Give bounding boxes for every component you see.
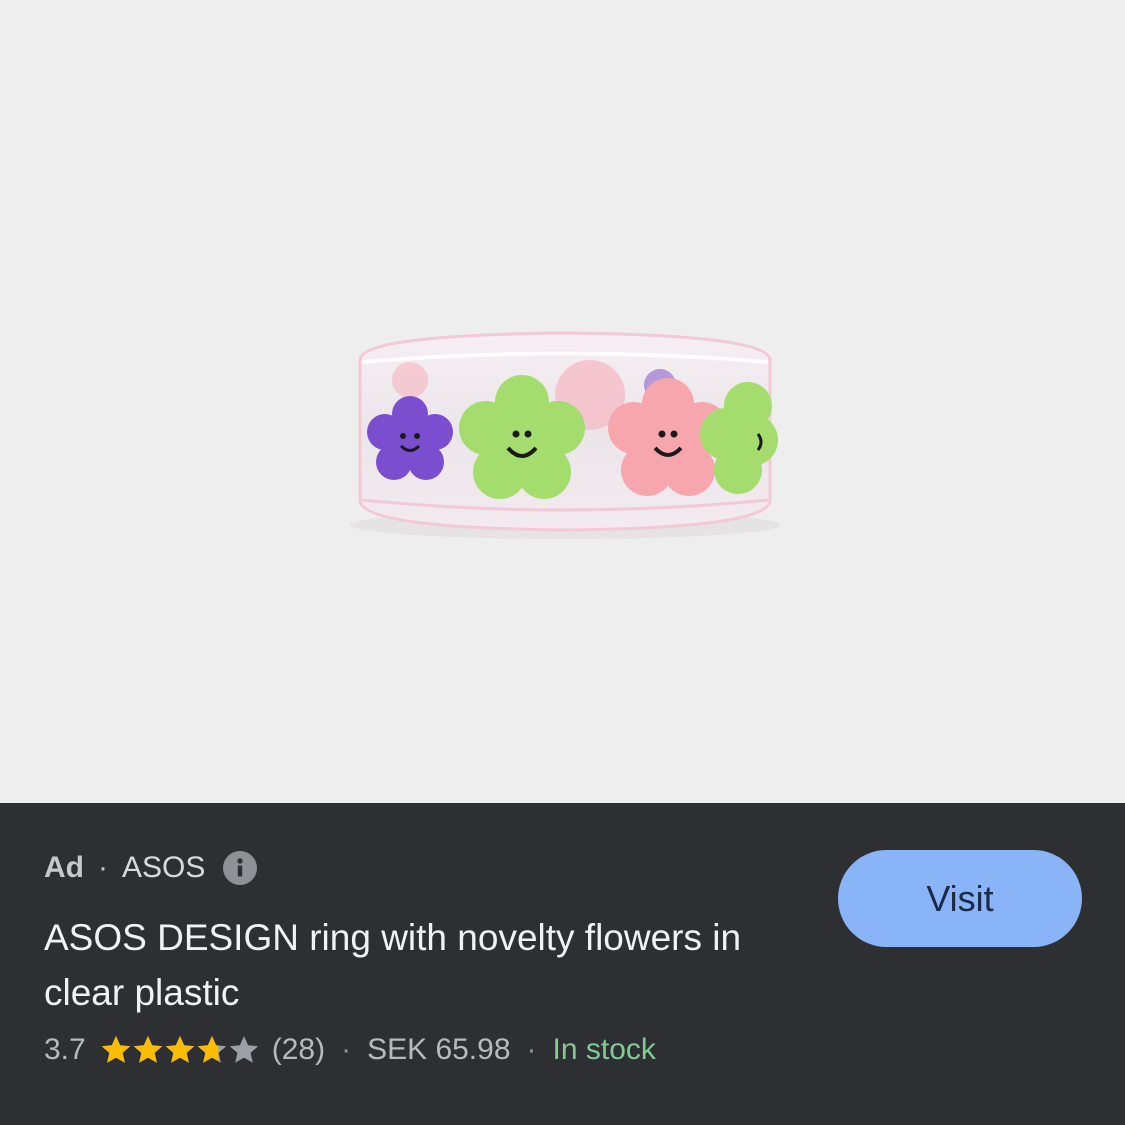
review-count: (28) (271, 1033, 326, 1066)
product-title[interactable]: ASOS DESIGN ring with novelty flowers in… (44, 910, 804, 1020)
info-icon[interactable] (223, 851, 258, 885)
rating-value: 3.7 (44, 1033, 86, 1066)
ring-photo (350, 331, 780, 539)
ad-label: Ad (44, 851, 84, 884)
separator: · (341, 1033, 352, 1066)
separator: · (526, 1033, 537, 1066)
star-icon (101, 1036, 130, 1063)
product-meta-row: 3.7 (28) · SEK 65.98 · In stock (44, 1033, 656, 1067)
star-icon (133, 1036, 162, 1063)
star-icon (229, 1036, 258, 1063)
price: SEK 65.98 (367, 1033, 511, 1066)
advertiser-name: ASOS (122, 851, 206, 884)
star-icon (165, 1036, 194, 1063)
star-icon (197, 1036, 226, 1063)
separator: · (98, 851, 108, 884)
visit-button[interactable]: Visit (838, 850, 1082, 947)
ad-info-panel: Ad · ASOS ASOS DESIGN ring with novelty … (0, 803, 1125, 1125)
availability: In stock (552, 1033, 656, 1066)
rating-stars (100, 1034, 260, 1066)
ad-attribution-row: Ad · ASOS (44, 851, 258, 885)
product-image[interactable] (0, 0, 1125, 803)
